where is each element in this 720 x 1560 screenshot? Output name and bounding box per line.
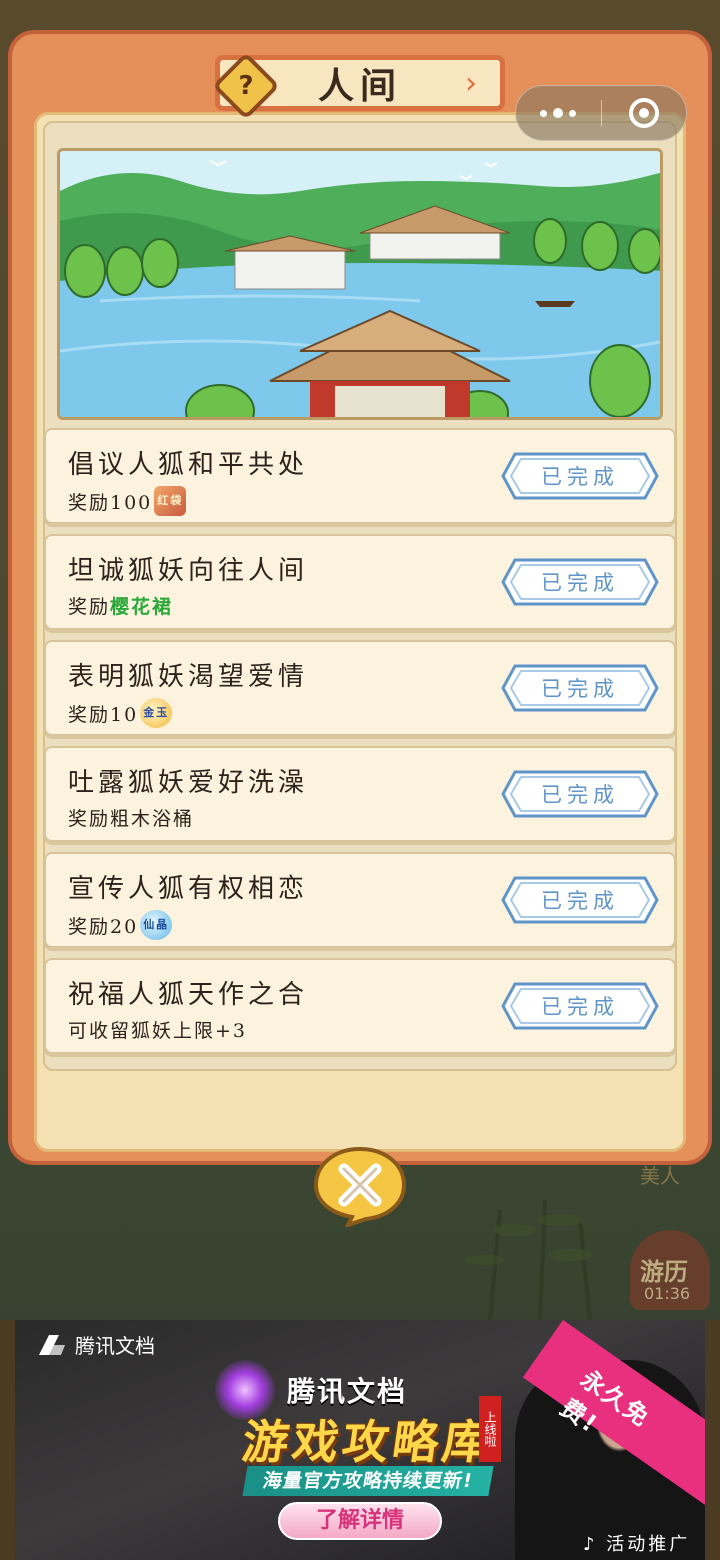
travel-badge-title: 游历: [640, 1257, 688, 1286]
ad-title-small: 腾讯文档: [287, 1375, 408, 1408]
completed-button[interactable]: 已完成: [501, 874, 659, 926]
ad-brand: 腾讯文档: [37, 1330, 155, 1359]
completed-button[interactable]: 已完成: [501, 662, 659, 714]
completed-label: 已完成: [541, 783, 619, 807]
completed-label: 已完成: [541, 677, 619, 701]
task-row: 坦诚狐妖向往人间 奖励 樱花裙 已完成: [44, 534, 676, 630]
reward-text: 可收留狐妖上限+3: [68, 1020, 248, 1042]
reward-text: 奖励10: [68, 703, 139, 726]
completed-label: 已完成: [541, 465, 619, 489]
completed-button[interactable]: 已完成: [501, 556, 659, 608]
task-row: 宣传人狐有权相恋 奖励20 仙晶 已完成: [44, 852, 676, 948]
reward-item-name: 樱花裙: [110, 596, 174, 618]
tencent-docs-logo-icon: [39, 1334, 65, 1355]
task-reward: 奖励粗木浴桶: [68, 804, 194, 831]
more-options-icon[interactable]: [516, 85, 601, 141]
ad-brand-name: 腾讯文档: [75, 1334, 155, 1358]
task-title: 祝福人狐天作之合: [68, 980, 309, 1010]
task-reward: 奖励 樱花裙: [68, 592, 173, 619]
task-row: 表明狐妖渴望爱情 奖励10 金玉 已完成: [44, 640, 676, 736]
close-button[interactable]: [312, 1145, 408, 1229]
task-title: 表明狐妖渴望爱情: [68, 662, 309, 692]
lake-scene-illustration: [57, 148, 663, 420]
miniprogram-capsule: [515, 85, 687, 141]
travel-badge-timer: 01:36: [644, 1284, 691, 1303]
completed-button[interactable]: 已完成: [501, 980, 659, 1032]
reward-text: 奖励100: [68, 491, 153, 514]
completed-label: 已完成: [541, 571, 619, 595]
close-icon: [313, 1146, 407, 1229]
reward-text: 奖励粗木浴桶: [68, 808, 195, 830]
task-title: 坦诚狐妖向往人间: [68, 556, 309, 586]
gold-jade-icon: 金玉: [140, 698, 173, 728]
ad-promo-label: 活动推广: [606, 1534, 691, 1555]
task-row: 吐露狐妖爱好洗澡 奖励粗木浴桶 已完成: [44, 746, 676, 842]
task-reward: 奖励10 金玉: [68, 698, 173, 728]
reward-text: 奖励: [68, 596, 111, 618]
close-miniprogram-icon[interactable]: [602, 85, 687, 141]
ad-banner[interactable]: 永久免费! 腾讯文档 腾讯文档 游戏攻略库 上线啦 海量官方攻略持续更新! 了解…: [15, 1320, 705, 1560]
ad-stamp: 上线啦: [479, 1396, 501, 1462]
task-title: 倡议人狐和平共处: [68, 450, 309, 480]
completed-button[interactable]: 已完成: [501, 450, 659, 502]
task-title: 宣传人狐有权相恋: [68, 874, 309, 904]
reward-text: 奖励20: [68, 915, 139, 938]
crystal-icon: 仙晶: [140, 910, 173, 940]
task-row: 祝福人狐天作之合 可收留狐妖上限+3 已完成: [44, 958, 676, 1054]
task-row: 倡议人狐和平共处 奖励100 红袋 已完成: [44, 428, 676, 524]
task-title: 吐露狐妖爱好洗澡: [68, 768, 309, 798]
help-symbol: ?: [238, 71, 254, 101]
ad-promo-tag: ♪ 活动推广: [583, 1534, 691, 1555]
task-reward: 可收留狐妖上限+3: [68, 1016, 247, 1043]
completed-label: 已完成: [541, 889, 619, 913]
completed-label: 已完成: [541, 995, 619, 1019]
page-title: 人间: [317, 65, 402, 107]
red-envelope-icon: 红袋: [154, 486, 187, 516]
travel-badge[interactable]: 游历 01:36: [630, 1230, 710, 1310]
chevron-right-icon: ›: [465, 66, 477, 101]
completed-button[interactable]: 已完成: [501, 768, 659, 820]
task-reward: 奖励20 仙晶: [68, 910, 173, 940]
ad-learn-more-button[interactable]: 了解详情: [278, 1502, 442, 1540]
ad-subtitle: 海量官方攻略持续更新!: [242, 1466, 494, 1496]
ad-title-big: 游戏攻略库: [238, 1415, 497, 1469]
task-reward: 奖励100 红袋: [68, 486, 187, 516]
